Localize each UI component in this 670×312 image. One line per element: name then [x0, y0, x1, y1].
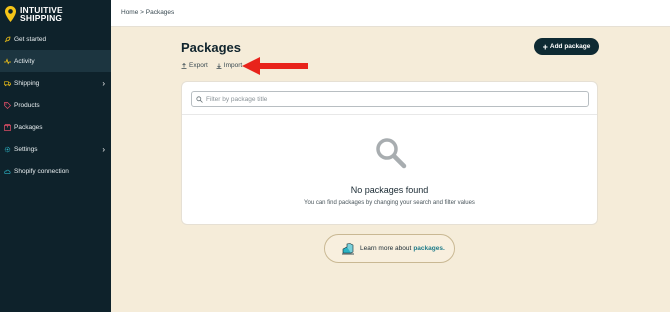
add-package-button[interactable]: + Add package	[534, 38, 599, 55]
sidebar-item-label: Products	[14, 101, 40, 109]
empty-state-subtitle: You can find packages by changing your s…	[304, 200, 475, 206]
sidebar-nav: Get started Activity Shipping › Products	[0, 28, 111, 182]
sidebar: INTUITIVE SHIPPING Get started Activity …	[0, 0, 111, 312]
cloud-icon	[4, 168, 11, 175]
plus-icon: +	[542, 41, 548, 52]
location-pin-icon	[5, 6, 16, 22]
export-label: Export	[189, 62, 208, 69]
upload-icon	[181, 62, 187, 69]
sidebar-item-label: Shipping	[14, 79, 40, 87]
sidebar-item-activity[interactable]: Activity	[0, 50, 111, 72]
packages-card: No packages found You can find packages …	[181, 81, 598, 225]
sidebar-item-products[interactable]: Products	[0, 94, 111, 116]
export-button[interactable]: Export	[181, 62, 208, 69]
chevron-right-icon: ›	[102, 145, 105, 154]
learn-more-link[interactable]: packages.	[413, 245, 444, 252]
package-icon	[4, 123, 11, 131]
empty-state-title: No packages found	[350, 185, 429, 195]
activity-icon	[4, 57, 11, 65]
import-button[interactable]: Import	[216, 62, 242, 69]
brand-name: INTUITIVE SHIPPING	[20, 6, 63, 23]
learn-more-banner[interactable]: Learn more about packages.	[324, 234, 455, 263]
learn-more-text: Learn more about	[360, 245, 412, 252]
annotation-arrow-icon	[242, 57, 308, 75]
rocket-icon	[4, 36, 11, 43]
breadcrumb[interactable]: Home > Packages	[121, 9, 174, 16]
sidebar-item-get-started[interactable]: Get started	[0, 28, 111, 50]
brand-logo[interactable]: INTUITIVE SHIPPING	[5, 4, 63, 24]
truck-icon	[4, 80, 11, 87]
add-package-label: Add package	[549, 43, 591, 50]
brand-line-2: SHIPPING	[20, 13, 63, 23]
search-input[interactable]	[206, 95, 576, 103]
tag-icon	[4, 101, 11, 109]
boxes-icon	[342, 242, 354, 254]
gear-icon	[4, 146, 11, 153]
chevron-right-icon: ›	[102, 79, 105, 88]
download-icon	[216, 63, 222, 69]
sidebar-item-label: Activity	[14, 57, 35, 65]
top-bar: Home > Packages	[111, 0, 670, 27]
search-field[interactable]	[191, 91, 589, 107]
sidebar-item-label: Settings	[14, 145, 38, 153]
search-icon	[196, 95, 203, 103]
sidebar-item-shipping[interactable]: Shipping ›	[0, 72, 111, 94]
filter-bar	[182, 82, 597, 115]
sidebar-item-packages[interactable]: Packages	[0, 116, 111, 138]
sidebar-item-label: Get started	[14, 35, 47, 43]
sidebar-item-settings[interactable]: Settings ›	[0, 138, 111, 160]
magnifier-icon	[376, 138, 407, 169]
sidebar-item-shopify-connection[interactable]: Shopify connection	[0, 160, 111, 182]
sidebar-item-label: Packages	[14, 123, 43, 131]
page-title: Packages	[181, 40, 241, 55]
sidebar-item-label: Shopify connection	[14, 167, 69, 175]
